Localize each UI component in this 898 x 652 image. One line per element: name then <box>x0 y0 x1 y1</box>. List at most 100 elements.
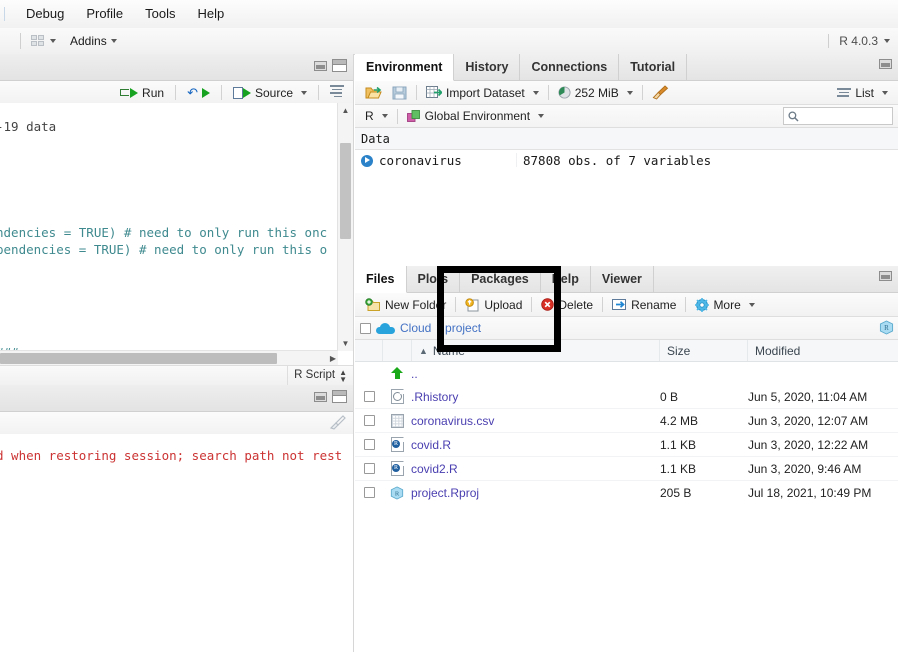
file-select-checkbox[interactable] <box>364 391 375 402</box>
r-version-selector[interactable]: R 4.0.3 <box>828 28 890 54</box>
scroll-down-icon[interactable]: ▼ <box>338 336 353 351</box>
tab-help[interactable]: Help <box>541 266 591 292</box>
menu-item-profile[interactable]: Profile <box>75 0 134 28</box>
minimize-pane-icon[interactable] <box>314 392 327 402</box>
minimize-pane-icon[interactable] <box>314 61 327 71</box>
addins-label: Addins <box>70 34 107 48</box>
document-outline-button[interactable] <box>325 83 349 102</box>
tab-tutorial[interactable]: Tutorial <box>619 54 687 80</box>
memory-usage-label: 252 MiB <box>575 86 619 100</box>
save-workspace-button[interactable] <box>387 82 412 103</box>
file-row[interactable]: R covid.R 1.1 KB Jun 3, 2020, 12:22 AM <box>355 433 898 457</box>
rproject-cube-icon[interactable]: R <box>879 320 894 335</box>
delete-button[interactable]: Delete <box>536 294 598 315</box>
import-dataset-button[interactable]: Import Dataset <box>421 82 544 103</box>
console-output[interactable]: d when restoring session; search path no… <box>0 434 353 652</box>
breadcrumb-root[interactable]: Cloud <box>400 321 431 335</box>
environment-tab-strip: Environment History Connections Tutorial <box>355 54 898 80</box>
environment-view-selector[interactable]: List <box>832 82 893 103</box>
toolbar-divider <box>416 85 417 100</box>
file-name[interactable]: project.Rproj <box>411 486 660 500</box>
file-row[interactable]: R covid2.R 1.1 KB Jun 3, 2020, 9:46 AM <box>355 457 898 481</box>
load-workspace-button[interactable] <box>360 82 387 103</box>
scrollbar-thumb[interactable] <box>0 353 277 364</box>
chevron-down-icon <box>382 114 388 118</box>
file-row-icon-cell: R <box>383 486 411 500</box>
scroll-up-icon[interactable]: ▲ <box>338 103 353 118</box>
document-type-selector[interactable]: R Script ▲▼ <box>287 366 353 385</box>
source-code-area[interactable]: -19 data ndencies = TRUE) # need to only… <box>0 103 353 351</box>
clear-workspace-button[interactable] <box>647 82 674 103</box>
file-row[interactable]: .Rhistory 0 B Jun 5, 2020, 11:04 AM <box>355 385 898 409</box>
clear-console-icon[interactable] <box>329 415 347 431</box>
file-select-checkbox[interactable] <box>364 487 375 498</box>
files-header-size[interactable]: Size <box>660 340 748 361</box>
file-select-checkbox[interactable] <box>364 439 375 450</box>
tab-packages[interactable]: Packages <box>460 266 541 292</box>
more-button[interactable]: More <box>690 294 759 315</box>
code-line: ndencies = TRUE) # need to only run this… <box>0 225 327 240</box>
upload-button[interactable]: Upload <box>460 294 527 315</box>
language-selector[interactable]: R <box>360 106 393 127</box>
file-row[interactable]: R project.Rproj 205 B Jul 18, 2021, 10:4… <box>355 481 898 504</box>
minimize-pane-icon[interactable] <box>879 59 892 69</box>
file-name[interactable]: .Rhistory <box>411 390 660 404</box>
files-header-name[interactable]: ▲ Name <box>411 340 660 361</box>
search-input[interactable] <box>802 109 886 123</box>
source-status-bar: R Script ▲▼ <box>0 365 353 385</box>
tab-history[interactable]: History <box>454 54 520 80</box>
menu-bar-left-edge <box>4 7 15 21</box>
new-folder-button[interactable]: New Folder <box>360 294 451 315</box>
breadcrumb-separator-icon: › <box>436 322 440 334</box>
memory-usage-button[interactable]: 252 MiB <box>553 82 638 103</box>
file-name[interactable]: covid.R <box>411 438 660 452</box>
menu-item-tools[interactable]: Tools <box>134 0 186 28</box>
rproj-file-icon: R <box>390 486 404 500</box>
tab-connections[interactable]: Connections <box>520 54 619 80</box>
source-button[interactable]: Source <box>228 86 312 100</box>
toolbar-divider <box>642 85 643 100</box>
breadcrumb-current[interactable]: project <box>445 321 481 335</box>
tab-plots[interactable]: Plots <box>407 266 461 292</box>
addins-button[interactable]: Addins <box>60 34 121 48</box>
files-pane: Files Plots Packages Help Viewer New Fol… <box>355 266 898 652</box>
maximize-pane-icon[interactable] <box>332 59 347 72</box>
source-vertical-scrollbar[interactable]: ▲ ▼ <box>337 103 353 351</box>
minimize-pane-icon[interactable] <box>879 271 892 281</box>
tab-files[interactable]: Files <box>355 266 407 293</box>
file-name[interactable]: covid2.R <box>411 462 660 476</box>
select-all-checkbox[interactable] <box>360 323 371 334</box>
environment-search-box[interactable] <box>783 107 893 125</box>
file-name-parent[interactable]: .. <box>411 367 660 381</box>
file-select-checkbox[interactable] <box>364 415 375 426</box>
source-horizontal-scrollbar[interactable]: ▶ <box>0 350 338 366</box>
file-row[interactable]: coronavirus.csv 4.2 MB Jun 3, 2020, 12:0… <box>355 409 898 433</box>
file-row-parent[interactable]: .. <box>355 362 898 385</box>
rename-icon <box>612 298 627 311</box>
file-select-checkbox[interactable] <box>364 463 375 474</box>
document-type-label: R Script <box>294 366 335 385</box>
tab-environment[interactable]: Environment <box>355 54 454 81</box>
scroll-right-icon[interactable]: ▶ <box>330 351 336 366</box>
toolbar-divider <box>318 85 319 100</box>
files-header-name-label: Name <box>433 344 465 358</box>
menu-item-debug[interactable]: Debug <box>15 0 75 28</box>
scrollbar-thumb[interactable] <box>340 143 351 239</box>
environment-object-name-cell[interactable]: coronavirus <box>355 153 517 168</box>
menu-item-help[interactable]: Help <box>187 0 236 28</box>
run-button[interactable]: Run <box>115 86 169 100</box>
global-environment-selector[interactable]: Global Environment <box>402 106 549 127</box>
panes-layout-button[interactable] <box>27 35 60 48</box>
tab-viewer[interactable]: Viewer <box>591 266 654 292</box>
maximize-pane-icon[interactable] <box>332 390 347 403</box>
console-toolbar <box>0 412 353 436</box>
file-name[interactable]: coronavirus.csv <box>411 414 660 428</box>
files-pane-header: Files Plots Packages Help Viewer <box>355 266 898 293</box>
rerun-button[interactable]: ↶ <box>182 86 215 99</box>
file-row-checkbox-cell <box>355 439 383 450</box>
files-header-modified[interactable]: Modified <box>748 340 898 361</box>
run-arrow-icon <box>202 88 210 98</box>
expand-object-icon[interactable] <box>361 155 373 167</box>
file-row-icon-cell <box>383 389 411 404</box>
rename-button[interactable]: Rename <box>607 294 681 315</box>
